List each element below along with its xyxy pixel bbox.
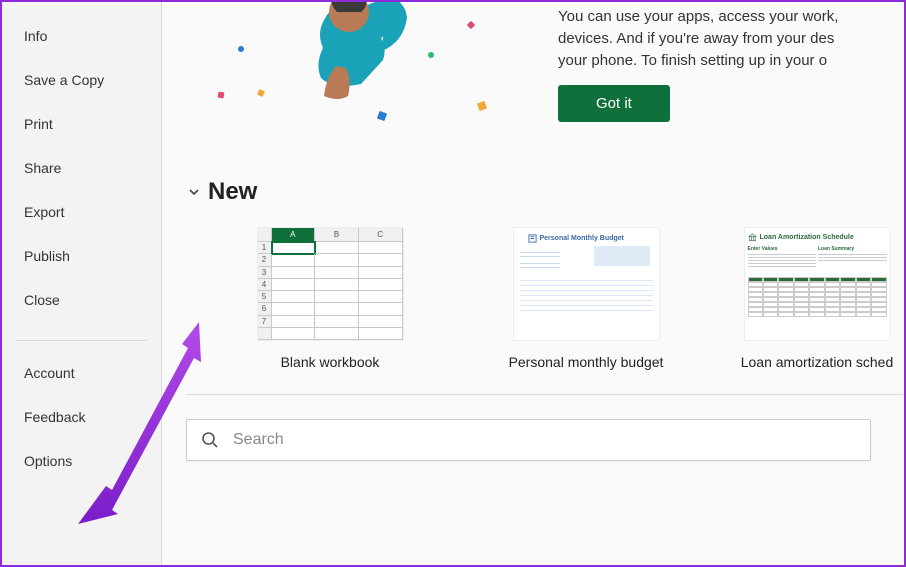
sidebar-item-info[interactable]: Info <box>2 14 161 58</box>
template-label: Blank workbook <box>281 354 380 370</box>
new-section-header[interactable]: New <box>186 178 904 206</box>
confetti-icon <box>238 46 244 52</box>
new-section-title: New <box>208 178 257 206</box>
confetti-icon <box>218 92 225 99</box>
sidebar-item-publish[interactable]: Publish <box>2 234 161 278</box>
search-box[interactable] <box>186 419 871 461</box>
template-thumbnail: Loan Amortization Schedule Enter Values <box>745 228 890 340</box>
sidebar-item-options[interactable]: Options <box>2 439 161 483</box>
main-panel: You can use your apps, access your work,… <box>162 2 904 565</box>
sidebar-item-share[interactable]: Share <box>2 146 161 190</box>
banner-text: You can use your apps, access your work,… <box>558 6 904 71</box>
template-personal-monthly-budget[interactable]: Personal Monthly Budget <box>476 228 696 370</box>
search-input[interactable] <box>233 431 856 449</box>
bank-icon <box>748 233 757 242</box>
sidebar-item-account[interactable]: Account <box>2 351 161 395</box>
document-icon <box>528 234 537 243</box>
sidebar-item-feedback[interactable]: Feedback <box>2 395 161 439</box>
section-divider <box>186 394 904 395</box>
template-blank-workbook[interactable]: A B C 1 2 3 4 5 6 7 Blank <box>220 228 440 370</box>
template-thumbnail: Personal Monthly Budget <box>514 228 659 340</box>
new-section: New A B C 1 2 3 4 5 <box>178 178 904 370</box>
search-icon <box>201 431 219 449</box>
sidebar-item-print[interactable]: Print <box>2 102 161 146</box>
got-it-button[interactable]: Got it <box>558 85 670 122</box>
sidebar-separator <box>16 340 147 341</box>
confetti-icon <box>428 52 434 58</box>
chevron-down-icon <box>186 184 202 200</box>
template-loan-amortization[interactable]: Loan Amortization Schedule Enter Values <box>732 228 902 370</box>
sidebar-item-save-a-copy[interactable]: Save a Copy <box>2 58 161 102</box>
template-gallery: A B C 1 2 3 4 5 6 7 Blank <box>186 228 904 370</box>
sidebar-item-export[interactable]: Export <box>2 190 161 234</box>
banner-illustration <box>178 2 538 142</box>
template-label: Loan amortization sched <box>741 354 894 370</box>
backstage-sidebar: Info Save a Copy Print Share Export Publ… <box>2 2 162 565</box>
template-thumbnail: A B C 1 2 3 4 5 6 7 <box>258 228 403 340</box>
template-label: Personal monthly budget <box>509 354 664 370</box>
setup-banner: You can use your apps, access your work,… <box>178 2 904 142</box>
sidebar-item-close[interactable]: Close <box>2 278 161 322</box>
